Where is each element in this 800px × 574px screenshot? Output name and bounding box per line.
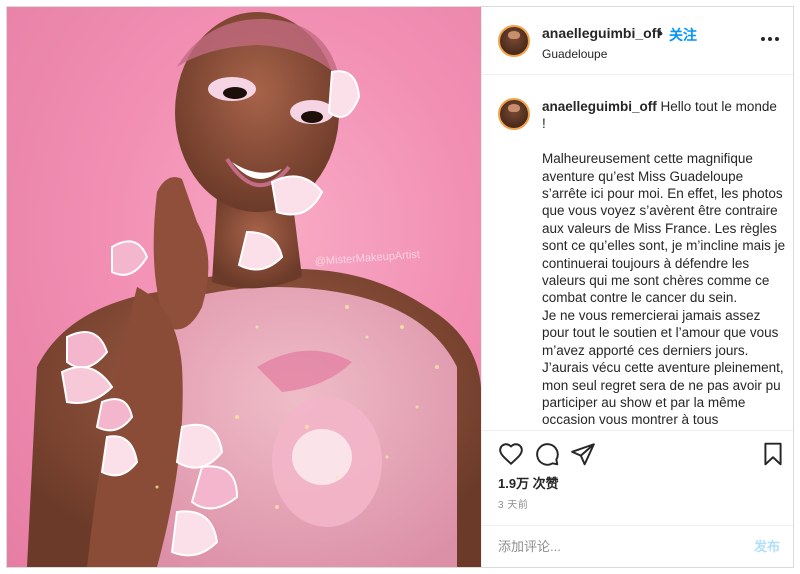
more-dot bbox=[761, 37, 765, 41]
post-header: anaelleguimbi_off • 关注 Guadeloupe bbox=[482, 7, 793, 75]
post-dialog: @MisterMakeupArtist anaelleguimbi_off • … bbox=[6, 6, 794, 568]
comment-icon[interactable] bbox=[534, 441, 560, 467]
post-sidebar: anaelleguimbi_off • 关注 Guadeloupe anaell… bbox=[481, 7, 793, 567]
like-count[interactable]: 1.9万 次赞 bbox=[498, 473, 559, 492]
share-icon[interactable] bbox=[570, 441, 596, 467]
caption-text: anaelleguimbi_off Hello tout le monde ! … bbox=[542, 98, 786, 429]
comment-box: 添加评论... 发布 bbox=[482, 525, 793, 567]
heart-icon[interactable] bbox=[498, 441, 524, 467]
photo-watermark: @MisterMakeupArtist bbox=[314, 249, 420, 268]
caption-avatar[interactable] bbox=[498, 98, 530, 130]
action-bar: 1.9万 次赞 3 天前 bbox=[482, 430, 793, 525]
post-comment-button[interactable]: 发布 bbox=[754, 536, 780, 558]
location-link[interactable]: Guadeloupe bbox=[542, 47, 607, 61]
author-username[interactable]: anaelleguimbi_off bbox=[542, 25, 661, 41]
author-avatar[interactable] bbox=[498, 25, 530, 57]
caption-username[interactable]: anaelleguimbi_off bbox=[542, 99, 657, 114]
post-photo[interactable]: @MisterMakeupArtist bbox=[7, 7, 481, 567]
post-timestamp[interactable]: 3 天前 bbox=[498, 496, 528, 511]
follow-button[interactable]: 关注 bbox=[669, 25, 697, 45]
caption-section: anaelleguimbi_off Hello tout le monde ! … bbox=[482, 76, 793, 430]
separator-dot: • bbox=[658, 25, 663, 41]
photo-illustration: @MisterMakeupArtist bbox=[27, 12, 481, 567]
more-dot bbox=[768, 37, 772, 41]
caption-body: Hello tout le monde ! Malheureusement ce… bbox=[542, 99, 786, 428]
comment-input[interactable]: 添加评论... bbox=[498, 536, 738, 558]
more-dot bbox=[775, 37, 779, 41]
more-options-icon[interactable] bbox=[758, 29, 782, 49]
bookmark-icon[interactable] bbox=[760, 441, 786, 467]
